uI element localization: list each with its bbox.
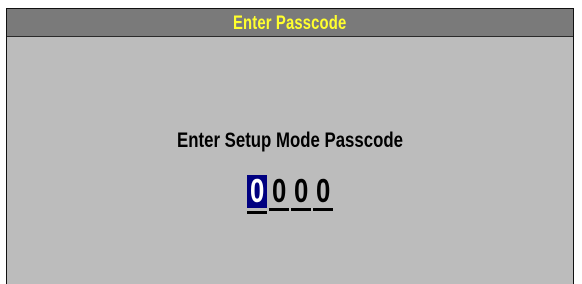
passcode-digit-2-value: 0: [271, 172, 287, 209]
passcode-prompt: Enter Setup Mode Passcode: [177, 129, 403, 152]
passcode-dialog: Enter Passcode Enter Setup Mode Passcode…: [6, 8, 574, 284]
passcode-digit-1[interactable]: 0: [247, 172, 267, 214]
passcode-input[interactable]: 0 0 0 0: [7, 172, 573, 214]
passcode-digit-3-value: 0: [293, 172, 309, 209]
dialog-title: Enter Passcode: [233, 12, 347, 34]
passcode-digit-3[interactable]: 0: [291, 172, 311, 211]
passcode-digit-4-value: 0: [315, 172, 331, 209]
passcode-digit-2[interactable]: 0: [269, 172, 289, 211]
passcode-digit-4[interactable]: 0: [313, 172, 333, 211]
passcode-digit-1-value: 0: [249, 172, 265, 209]
dialog-title-bar: Enter Passcode: [7, 9, 573, 37]
